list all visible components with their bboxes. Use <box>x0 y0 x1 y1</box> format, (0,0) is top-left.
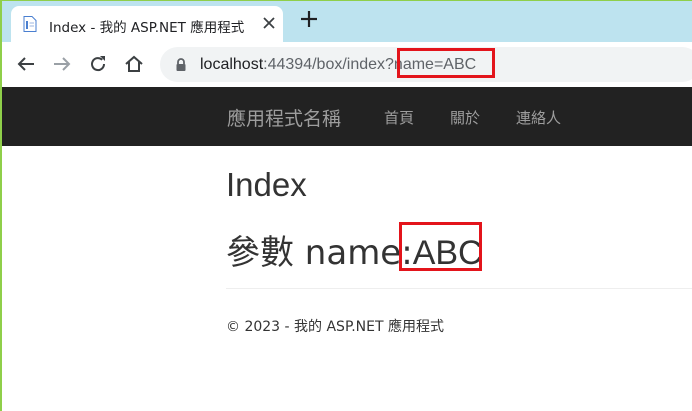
highlight-box-url-query <box>397 48 495 78</box>
reload-button[interactable] <box>86 52 110 76</box>
lock-icon[interactable] <box>174 57 188 73</box>
url-host: localhost <box>200 56 264 73</box>
tab-title: Index - 我的 ASP.NET 應用程式 <box>49 20 245 36</box>
home-button[interactable] <box>122 52 146 76</box>
back-button[interactable] <box>14 52 38 76</box>
window-frame-top <box>0 0 692 1</box>
nav-link-home[interactable]: 首頁 <box>384 107 414 128</box>
nav-link-contact[interactable]: 連絡人 <box>516 107 561 128</box>
reload-icon <box>91 56 106 72</box>
arrow-right-icon <box>54 57 71 71</box>
footer-divider <box>226 288 692 289</box>
document-icon <box>23 16 37 32</box>
page-title: Index <box>226 166 307 203</box>
forward-button[interactable] <box>50 52 74 76</box>
tab-strip: Index - 我的 ASP.NET 應用程式 <box>0 0 692 42</box>
plus-icon <box>301 11 317 27</box>
home-icon <box>125 55 143 72</box>
browser-toolbar: localhost:44394/box/index?name=ABC <box>0 42 692 87</box>
window-frame-left <box>0 0 2 411</box>
footer-text: © 2023 - 我的 ASP.NET 應用程式 <box>226 319 444 335</box>
nav-link-about[interactable]: 關於 <box>450 107 480 128</box>
close-icon[interactable] <box>259 13 279 33</box>
arrow-left-icon <box>17 57 34 71</box>
site-brand-link[interactable]: 應用程式名稱 <box>227 104 341 131</box>
parameter-label: 參數 name: <box>226 233 413 273</box>
browser-tab[interactable]: Index - 我的 ASP.NET 應用程式 <box>11 6 283 42</box>
site-navbar: 應用程式名稱 首頁 關於 連絡人 <box>0 87 692 146</box>
new-tab-button[interactable] <box>298 8 320 30</box>
url-path: :44394/box/index <box>263 56 386 73</box>
highlight-box-param-value <box>399 222 482 271</box>
